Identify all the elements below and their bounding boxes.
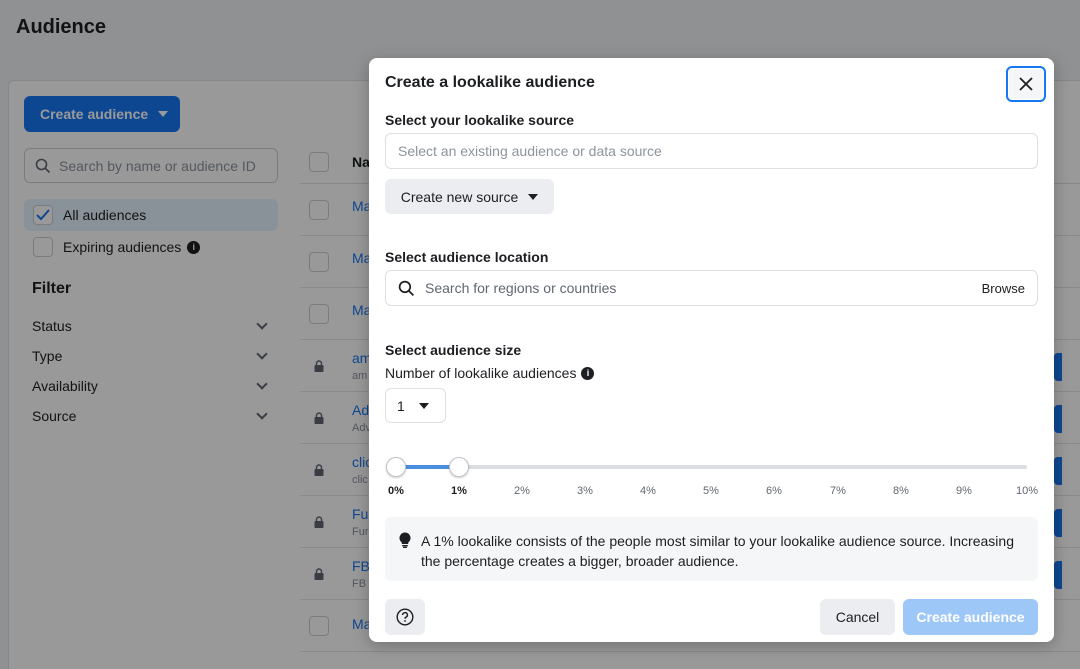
- slider-tick-label: 9%: [956, 485, 972, 497]
- location-search-input[interactable]: Search for regions or countries Browse: [385, 270, 1038, 306]
- slider-tick-label: 1%: [451, 485, 467, 497]
- slider-tick-label: 0%: [388, 485, 404, 497]
- cancel-button[interactable]: Cancel: [820, 599, 895, 635]
- slider-tick-label: 7%: [830, 485, 846, 497]
- close-icon: [1019, 77, 1033, 91]
- slider-tick-label: 5%: [703, 485, 719, 497]
- slider-tick-label: 4%: [640, 485, 656, 497]
- browse-link[interactable]: Browse: [982, 281, 1025, 296]
- source-placeholder: Select an existing audience or data sour…: [398, 143, 662, 159]
- slider-tick-label: 3%: [577, 485, 593, 497]
- number-of-audiences-select[interactable]: 1: [385, 388, 446, 423]
- close-button[interactable]: [1006, 66, 1046, 102]
- number-of-audiences-value: 1: [397, 397, 405, 414]
- slider-tick-label: 2%: [514, 485, 530, 497]
- caret-down-icon: [528, 193, 539, 200]
- search-icon: [398, 280, 415, 296]
- info-icon[interactable]: i: [581, 366, 595, 380]
- size-section-label: Select audience size: [385, 342, 522, 358]
- lightbulb-icon: [399, 532, 411, 548]
- caret-down-icon: [418, 402, 429, 409]
- slider-tick-label: 8%: [893, 485, 909, 497]
- create-audience-submit-button[interactable]: Create audience: [903, 599, 1038, 635]
- location-section-label: Select audience location: [385, 249, 549, 265]
- source-input[interactable]: Select an existing audience or data sour…: [385, 133, 1038, 169]
- tip-box: A 1% lookalike consists of the people mo…: [385, 517, 1038, 581]
- number-of-audiences-text: Number of lookalike audiences: [385, 365, 577, 381]
- slider-tick-label: 10%: [1015, 485, 1039, 497]
- size-slider-track[interactable]: [396, 465, 1027, 469]
- lookalike-audience-dialog: Create a lookalike audience Select your …: [369, 58, 1054, 642]
- number-of-audiences-label: Number of lookalike audiences i: [385, 365, 595, 381]
- location-placeholder: Search for regions or countries: [425, 280, 617, 296]
- slider-handle-start[interactable]: [386, 457, 406, 477]
- help-button[interactable]: [385, 599, 425, 635]
- tip-text: A 1% lookalike consists of the people mo…: [421, 533, 1014, 569]
- source-section-label: Select your lookalike source: [385, 112, 575, 128]
- cancel-label: Cancel: [835, 609, 880, 625]
- question-icon: [396, 608, 414, 626]
- dialog-title: Create a lookalike audience: [385, 74, 595, 91]
- create-audience-submit-label: Create audience: [916, 609, 1025, 625]
- create-new-source-label: Create new source: [400, 188, 519, 205]
- create-new-source-button[interactable]: Create new source: [385, 179, 554, 214]
- slider-tick-label: 6%: [766, 485, 782, 497]
- slider-handle-end[interactable]: [449, 457, 469, 477]
